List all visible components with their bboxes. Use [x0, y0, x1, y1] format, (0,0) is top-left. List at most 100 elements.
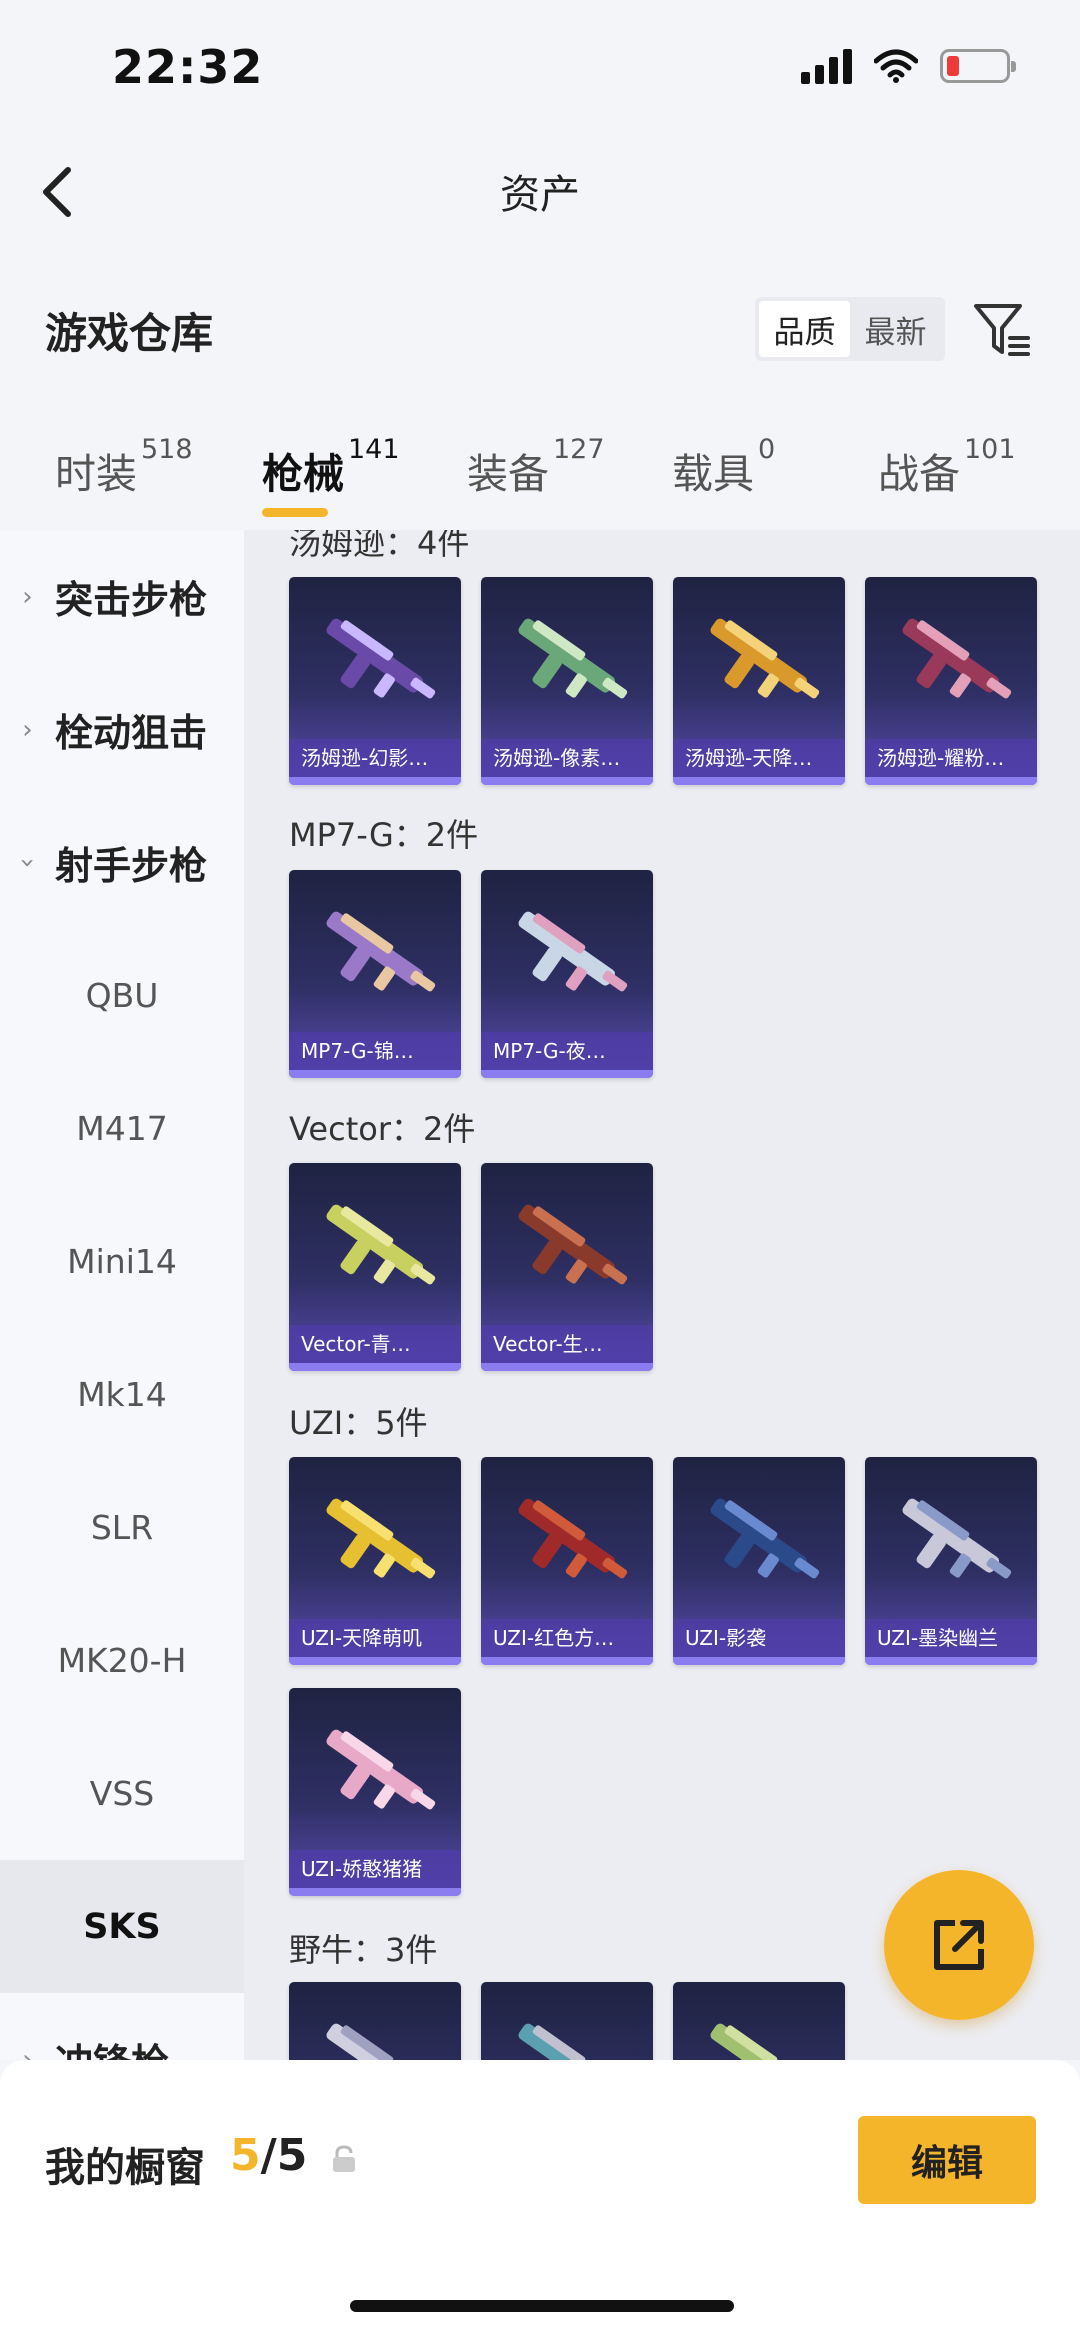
- card-rarity-bar: [289, 1070, 461, 1078]
- item-card-label: 汤姆逊-天降…: [673, 739, 845, 777]
- showcase-current: 5: [230, 2130, 261, 2181]
- gun-skin-image: [326, 618, 436, 699]
- lock-icon: [333, 2145, 355, 2172]
- item-card[interactable]: UZI-天降萌叽: [289, 1457, 461, 1665]
- gun-skin-image: [902, 1498, 1012, 1579]
- card-rarity-bar: [289, 1888, 461, 1896]
- showcase-title: 我的橱窗: [45, 2145, 205, 2191]
- item-card[interactable]: 汤姆逊-像素…: [481, 577, 653, 785]
- showcase-count: 5/5: [230, 2130, 307, 2181]
- item-card[interactable]: 汤姆逊-天降…: [673, 577, 845, 785]
- tab-count: 127: [553, 434, 605, 465]
- gun-skin-image: [326, 2023, 424, 2060]
- item-card-label: UZI-墨染幽兰: [865, 1619, 1037, 1657]
- sidebar: › 突击步枪 › 栓动狙击 › 射手步枪 QBU M417 Mini14 Mk1…: [0, 530, 244, 2060]
- sort-latest-option[interactable]: 最新: [850, 301, 941, 357]
- sidebar-item-label: 突击步枪: [55, 578, 208, 622]
- item-card-label: 汤姆逊-耀粉…: [865, 739, 1037, 777]
- item-card[interactable]: [673, 1982, 845, 2060]
- page-title: 资产: [500, 172, 580, 218]
- item-card[interactable]: UZI-墨染幽兰: [865, 1457, 1037, 1665]
- tab-equipment[interactable]: 装备127: [467, 434, 605, 500]
- tab-vehicles[interactable]: 载具0: [672, 434, 775, 500]
- sidebar-item-smg[interactable]: › 冲锋枪: [0, 1993, 244, 2060]
- item-card-label: 汤姆逊-像素…: [481, 739, 653, 777]
- group-title: Vector：2件: [289, 1110, 476, 1148]
- gun-skin-image: [710, 618, 820, 699]
- chevron-right-icon: ›: [22, 2044, 33, 2061]
- item-card[interactable]: [289, 1982, 461, 2060]
- category-tabs: 时装518 枪械141 装备127 载具0 战备101: [0, 420, 1080, 530]
- gun-skin-image: [518, 1204, 628, 1285]
- sidebar-subitem-mini14[interactable]: Mini14: [0, 1195, 244, 1328]
- tab-count: 518: [141, 434, 193, 465]
- sidebar-subitem-slr[interactable]: SLR: [0, 1461, 244, 1594]
- status-time: 22:32: [112, 40, 264, 94]
- tab-fashion[interactable]: 时装518: [55, 434, 193, 500]
- card-rarity-bar: [673, 777, 845, 785]
- chevron-down-icon: ›: [12, 857, 43, 868]
- item-card[interactable]: UZI-红色方…: [481, 1457, 653, 1665]
- sidebar-item-bolt-sniper[interactable]: › 栓动狙击: [0, 663, 244, 796]
- tab-combat-gear[interactable]: 战备101: [878, 434, 1016, 500]
- sidebar-subitem-vss[interactable]: VSS: [0, 1727, 244, 1860]
- gun-skin-image: [326, 911, 436, 992]
- edit-button[interactable]: 编辑: [858, 2116, 1036, 2204]
- item-card-label: Vector-生…: [481, 1325, 653, 1363]
- item-card-label: MP7-G-锦…: [289, 1032, 461, 1070]
- nav-bar: 资产: [0, 140, 1080, 240]
- item-card[interactable]: Vector-青…: [289, 1163, 461, 1371]
- item-card-label: UZI-天降萌叽: [289, 1619, 461, 1657]
- item-card[interactable]: [481, 1982, 653, 2060]
- item-card-label: UZI-红色方…: [481, 1619, 653, 1657]
- sort-quality-option[interactable]: 品质: [759, 301, 850, 357]
- showcase-total: /5: [260, 2130, 308, 2181]
- sidebar-subitem-mk14[interactable]: Mk14: [0, 1328, 244, 1461]
- group-title: 汤姆逊：4件: [289, 530, 470, 562]
- gun-skin-image: [710, 2023, 808, 2060]
- status-bar: 22:32: [0, 0, 1080, 140]
- sidebar-subitem-m417[interactable]: M417: [0, 1062, 244, 1195]
- sidebar-item-assault-rifle[interactable]: › 突击步枪: [0, 530, 244, 663]
- tab-label: 枪械: [262, 450, 344, 498]
- status-icons: [801, 48, 1016, 84]
- showcase-bar: 我的橱窗 5/5 编辑: [0, 2060, 1080, 2337]
- wifi-icon: [874, 49, 918, 83]
- sidebar-subitem-mk20h[interactable]: MK20-H: [0, 1594, 244, 1727]
- item-card[interactable]: UZI-影袭: [673, 1457, 845, 1665]
- item-grid: 汤姆逊：4件 MP7-G：2件 Vector：2件 UZI：5件 野牛：3件 汤…: [244, 530, 1080, 2060]
- group-title: MP7-G：2件: [289, 816, 479, 854]
- sort-toggle: 品质 最新: [755, 297, 945, 361]
- card-rarity-bar: [481, 777, 653, 785]
- signal-icon: [801, 48, 852, 84]
- item-card-label: UZI-影袭: [673, 1619, 845, 1657]
- gun-skin-image: [518, 618, 628, 699]
- gun-skin-image: [326, 1204, 436, 1285]
- sidebar-item-marksman-rifle[interactable]: › 射手步枪: [0, 796, 244, 929]
- item-card[interactable]: 汤姆逊-耀粉…: [865, 577, 1037, 785]
- sidebar-subitem-sks[interactable]: SKS: [0, 1860, 244, 1993]
- item-card[interactable]: Vector-生…: [481, 1163, 653, 1371]
- share-button[interactable]: [884, 1870, 1034, 2020]
- card-rarity-bar: [289, 1657, 461, 1665]
- filter-button[interactable]: [970, 298, 1034, 362]
- item-card[interactable]: 汤姆逊-幻影…: [289, 577, 461, 785]
- gun-skin-image: [518, 1498, 628, 1579]
- filter-icon: [974, 304, 1030, 356]
- gun-skin-image: [326, 1498, 436, 1579]
- gun-skin-image: [710, 1498, 820, 1579]
- tab-label: 战备: [878, 450, 960, 498]
- item-card-label: 汤姆逊-幻影…: [289, 739, 461, 777]
- card-rarity-bar: [865, 1657, 1037, 1665]
- sidebar-item-label: 栓动狙击: [55, 711, 208, 755]
- tab-firearms[interactable]: 枪械141: [262, 434, 400, 500]
- card-rarity-bar: [865, 777, 1037, 785]
- item-card[interactable]: UZI-娇憨猪猪: [289, 1688, 461, 1896]
- sidebar-subitem-qbu[interactable]: QBU: [0, 929, 244, 1062]
- card-rarity-bar: [481, 1657, 653, 1665]
- item-card[interactable]: MP7-G-夜…: [481, 870, 653, 1078]
- group-title: UZI：5件: [289, 1404, 428, 1442]
- item-card[interactable]: MP7-G-锦…: [289, 870, 461, 1078]
- sidebar-item-label: 冲锋枪: [55, 2032, 169, 2060]
- sidebar-item-label: 射手步枪: [55, 844, 208, 888]
